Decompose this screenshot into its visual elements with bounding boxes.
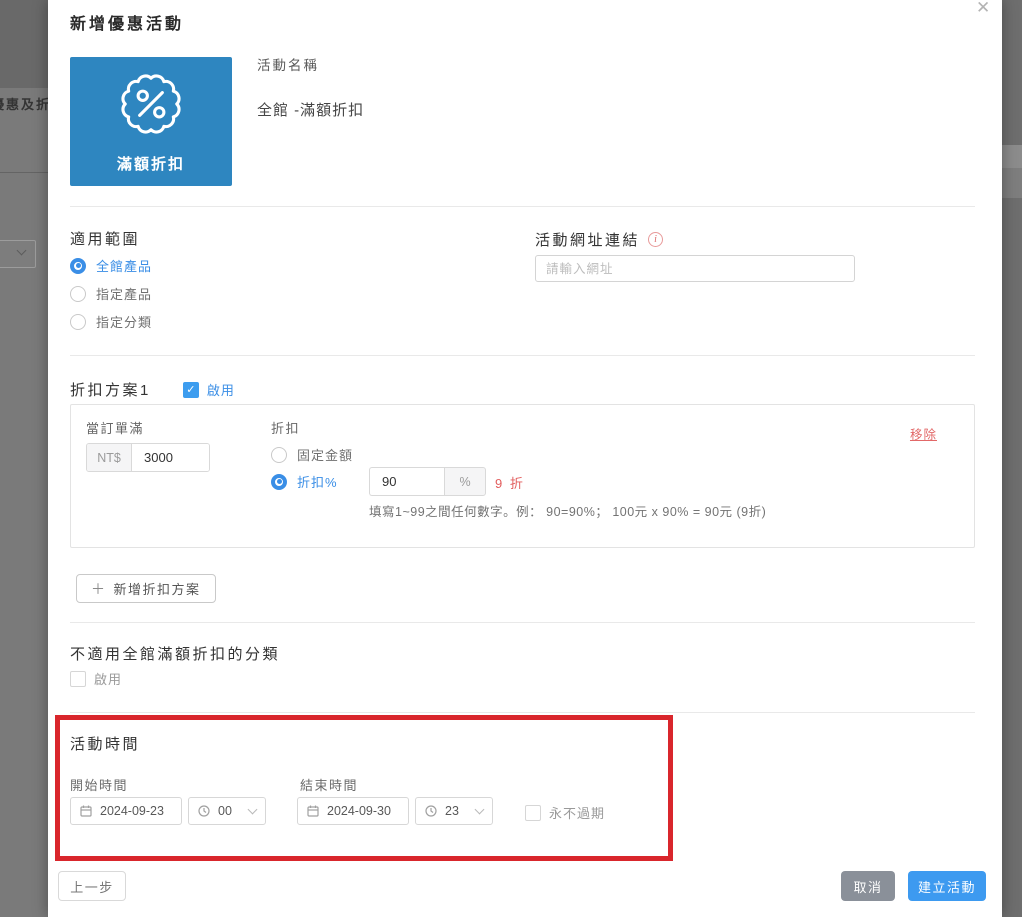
excluded-categories-heading: 不適用全館滿額折扣的分類 xyxy=(70,643,280,664)
activity-name-label: 活動名稱 xyxy=(257,54,319,74)
start-date-picker[interactable]: 2024-09-23 xyxy=(70,797,182,825)
end-hour-value: 23 xyxy=(445,804,459,818)
calendar-icon xyxy=(307,805,319,817)
min-order-input-group: NT$ xyxy=(86,443,210,472)
discount-plan-box: 當訂單滿 NT$ 移除 折扣 固定金額 折扣% % 9 折 填寫1~99之間任何… xyxy=(70,404,975,548)
clock-icon xyxy=(425,805,437,817)
start-time-label: 開始時間 xyxy=(70,775,128,794)
end-date-value: 2024-09-30 xyxy=(327,804,391,818)
radio-icon xyxy=(70,286,86,302)
discount-plan-heading-row: 折扣方案1 ✓ 啟用 xyxy=(70,379,235,400)
start-hour-select[interactable]: 00 xyxy=(188,797,266,825)
percent-suffix: % xyxy=(444,467,486,496)
background-topbar xyxy=(0,0,48,88)
radio-label: 指定產品 xyxy=(96,284,152,303)
never-expire-label: 永不過期 xyxy=(549,803,605,822)
scope-heading: 適用範圍 xyxy=(70,228,140,249)
enable-checkbox-unchecked[interactable] xyxy=(70,671,86,687)
percent-badge-icon xyxy=(118,71,184,137)
currency-prefix: NT$ xyxy=(87,444,132,471)
end-hour-select[interactable]: 23 xyxy=(415,797,493,825)
radio-selected-icon xyxy=(271,474,287,490)
back-button[interactable]: 上一步 xyxy=(58,871,126,901)
calendar-icon xyxy=(80,805,92,817)
dimmed-background-right xyxy=(1002,0,1022,917)
activity-name-value: 全館 -滿額折扣 xyxy=(257,99,364,120)
chevron-down-icon xyxy=(17,246,27,256)
radio-label: 折扣% xyxy=(297,472,338,491)
scope-option-specific-categories[interactable]: 指定分類 xyxy=(70,312,152,331)
divider xyxy=(70,622,975,623)
radio-label: 指定分類 xyxy=(96,312,152,331)
add-discount-plan-button[interactable]: ＋ 新增折扣方案 xyxy=(76,574,216,603)
url-link-label: 活動網址連結 xyxy=(535,229,640,250)
discount-plan-heading: 折扣方案1 xyxy=(70,379,151,400)
screen: 優惠及折 新增優惠活動 ✕ 滿額折扣 活動名稱 全館 -滿額折扣 適用範圍 xyxy=(0,0,1022,917)
divider xyxy=(70,355,975,356)
chevron-down-icon xyxy=(475,805,485,815)
background-band xyxy=(1002,168,1022,198)
plus-icon: ＋ xyxy=(91,579,107,599)
background-band xyxy=(1002,145,1022,168)
background-page-title: 優惠及折 xyxy=(0,94,48,113)
divider xyxy=(70,712,975,713)
radio-label: 全館產品 xyxy=(96,256,152,275)
discount-result-label: 9 折 xyxy=(495,473,525,492)
url-link-heading: 活動網址連結 i xyxy=(535,229,663,250)
chevron-down-icon xyxy=(248,805,258,815)
remove-plan-link[interactable]: 移除 xyxy=(910,424,937,443)
schedule-heading: 活動時間 xyxy=(70,733,140,754)
excluded-categories-enable-row: 啟用 xyxy=(70,669,122,688)
promo-type-tile[interactable]: 滿額折扣 xyxy=(70,57,232,186)
radio-label: 固定金額 xyxy=(297,445,353,464)
clock-icon xyxy=(198,805,210,817)
create-promotion-modal: 新增優惠活動 ✕ 滿額折扣 活動名稱 全館 -滿額折扣 適用範圍 全館產品 指定… xyxy=(48,0,1002,917)
never-expire-checkbox[interactable] xyxy=(525,805,541,821)
divider xyxy=(0,172,48,173)
discount-percent-input[interactable] xyxy=(369,467,444,496)
dimmed-background-left: 優惠及折 xyxy=(0,0,48,917)
modal-title: 新增優惠活動 xyxy=(70,10,184,34)
scope-option-all-products[interactable]: 全館產品 xyxy=(70,256,152,275)
discount-option-percent[interactable]: 折扣% xyxy=(271,472,338,491)
url-input[interactable] xyxy=(535,255,855,282)
start-date-value: 2024-09-23 xyxy=(100,804,164,818)
min-order-label: 當訂單滿 xyxy=(86,418,144,437)
scope-option-specific-products[interactable]: 指定產品 xyxy=(70,284,152,303)
radio-icon xyxy=(70,314,86,330)
enable-checkbox-checked[interactable]: ✓ xyxy=(183,382,199,398)
promo-type-label: 滿額折扣 xyxy=(70,153,232,174)
add-plan-button-label: 新增折扣方案 xyxy=(114,579,201,598)
end-time-label: 結束時間 xyxy=(300,775,358,794)
cancel-button[interactable]: 取消 xyxy=(841,871,895,901)
discount-helper-text: 填寫1~99之間任何數字。例： 90=90%； 100元 x 90% = 90元… xyxy=(369,501,766,520)
discount-option-fixed-amount[interactable]: 固定金額 xyxy=(271,445,353,464)
background-dropdown[interactable] xyxy=(0,240,36,268)
never-expire-row: 永不過期 xyxy=(525,803,605,822)
enable-label: 啟用 xyxy=(207,380,235,399)
min-order-input[interactable] xyxy=(132,444,209,471)
start-hour-value: 00 xyxy=(218,804,232,818)
discount-label: 折扣 xyxy=(271,418,300,437)
create-activity-button[interactable]: 建立活動 xyxy=(908,871,986,901)
discount-percent-input-group: % xyxy=(369,467,486,496)
radio-icon xyxy=(271,447,287,463)
end-date-picker[interactable]: 2024-09-30 xyxy=(297,797,409,825)
radio-selected-icon xyxy=(70,258,86,274)
enable-label: 啟用 xyxy=(94,669,122,688)
info-icon[interactable]: i xyxy=(648,232,663,247)
close-icon[interactable]: ✕ xyxy=(970,0,996,20)
divider xyxy=(70,206,975,207)
